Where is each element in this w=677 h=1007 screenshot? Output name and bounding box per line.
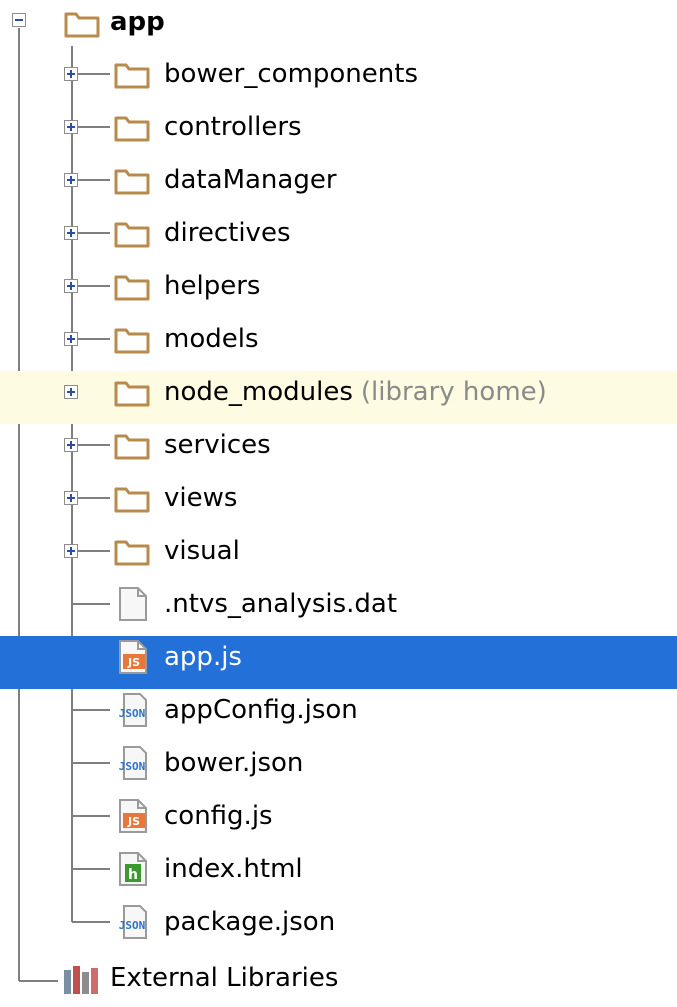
tree-item-label: models — [164, 323, 259, 355]
tree-item-name: models — [164, 324, 259, 354]
project-tree: app bower_components controllers dataManage… — [0, 0, 677, 1003]
external-libraries-label: External Libraries — [110, 963, 339, 993]
tree-item-label: bower.json — [164, 747, 303, 779]
tree-root-label: app — [110, 7, 165, 37]
folder-icon — [64, 8, 100, 42]
expand-folder-toggle[interactable] — [64, 226, 78, 240]
tree-folder-row[interactable]: bower_components — [0, 53, 677, 106]
tree-item-label: views — [164, 482, 237, 514]
tree-file-row[interactable]: JS app.js — [0, 636, 677, 689]
tree-folder-row[interactable]: services — [0, 424, 677, 477]
tree-file-row[interactable]: JSON appConfig.json — [0, 689, 677, 742]
tree-item-name: visual — [164, 536, 240, 566]
json-file-icon: JSON — [114, 693, 150, 731]
folder-icon — [114, 430, 150, 464]
tree-item-label: directives — [164, 217, 290, 249]
folder-icon — [114, 218, 150, 252]
svg-text:JSON: JSON — [119, 707, 146, 720]
expand-folder-toggle[interactable] — [64, 120, 78, 134]
svg-text:JSON: JSON — [119, 919, 146, 932]
library-home-hint: (library home) — [360, 377, 547, 407]
tree-folder-row[interactable]: helpers — [0, 265, 677, 318]
library-icon — [62, 964, 102, 1000]
tree-item-name: node_modules — [164, 377, 353, 407]
tree-item-label: config.js — [164, 800, 273, 832]
tree-item-label: .ntvs_analysis.dat — [164, 588, 397, 620]
file-icon — [114, 587, 150, 625]
tree-file-row[interactable]: JS config.js — [0, 795, 677, 848]
folder-icon — [114, 271, 150, 305]
expand-folder-toggle[interactable] — [64, 385, 78, 399]
svg-text:JS: JS — [127, 815, 140, 828]
tree-item-name: appConfig.json — [164, 695, 358, 725]
tree-item-name: app.js — [164, 642, 242, 672]
expand-folder-toggle[interactable] — [64, 67, 78, 81]
expand-folder-toggle[interactable] — [64, 544, 78, 558]
tree-item-name: package.json — [164, 907, 336, 937]
tree-file-row[interactable]: h index.html — [0, 848, 677, 901]
tree-item-name: config.js — [164, 801, 273, 831]
tree-file-row[interactable]: .ntvs_analysis.dat — [0, 583, 677, 636]
tree-item-name: bower_components — [164, 59, 418, 89]
tree-item-name: services — [164, 430, 271, 460]
tree-file-row[interactable]: JSON bower.json — [0, 742, 677, 795]
tree-item-name: views — [164, 483, 238, 513]
tree-file-row[interactable]: JSON package.json — [0, 901, 677, 954]
tree-item-label: package.json — [164, 906, 335, 938]
tree-item-name: dataManager — [164, 165, 337, 195]
folder-icon — [114, 112, 150, 146]
expand-folder-toggle[interactable] — [64, 279, 78, 293]
tree-item-label: appConfig.json — [164, 694, 358, 726]
expand-folder-toggle[interactable] — [64, 332, 78, 346]
tree-folder-row[interactable]: dataManager — [0, 159, 677, 212]
svg-text:JSON: JSON — [119, 760, 146, 773]
tree-row-app[interactable]: app — [0, 0, 677, 53]
tree-item-label: controllers — [164, 111, 302, 143]
tree-folder-row[interactable]: models — [0, 318, 677, 371]
tree-folder-row[interactable]: views — [0, 477, 677, 530]
folder-icon — [114, 536, 150, 570]
expand-folder-toggle[interactable] — [64, 491, 78, 505]
tree-item-label: node_modules (library home) — [164, 376, 547, 408]
svg-text:h: h — [128, 867, 138, 883]
json-file-icon: JSON — [114, 746, 150, 784]
tree-folder-row[interactable]: visual — [0, 530, 677, 583]
expand-folder-toggle[interactable] — [64, 173, 78, 187]
folder-icon — [114, 377, 150, 411]
folder-icon — [114, 483, 150, 517]
folder-icon — [114, 59, 150, 93]
json-file-icon: JSON — [114, 905, 150, 943]
expand-folder-toggle[interactable] — [64, 438, 78, 452]
tree-item-name: .ntvs_analysis.dat — [164, 589, 398, 619]
tree-item-label: app.js — [164, 641, 242, 673]
folder-icon — [114, 165, 150, 199]
tree-item-name: directives — [164, 218, 291, 248]
tree-item-label: bower_components — [164, 58, 418, 90]
html-file-icon: h — [114, 852, 150, 890]
tree-folder-row[interactable]: directives — [0, 212, 677, 265]
tree-item-label: helpers — [164, 270, 260, 302]
tree-folder-row[interactable]: node_modules (library home) — [0, 371, 677, 424]
tree-item-label: visual — [164, 535, 240, 567]
tree-item-label: services — [164, 429, 271, 461]
tree-folder-row[interactable]: controllers — [0, 106, 677, 159]
svg-text:JS: JS — [127, 656, 140, 669]
tree-item-label: index.html — [164, 853, 303, 885]
tree-item-name: controllers — [164, 112, 302, 142]
tree-item-name: index.html — [164, 854, 303, 884]
tree-item-name: helpers — [164, 271, 261, 301]
collapse-app-toggle[interactable] — [12, 13, 26, 27]
tree-row-external-libraries[interactable]: External Libraries — [0, 954, 677, 1007]
folder-icon — [114, 324, 150, 358]
tree-item-label: dataManager — [164, 164, 337, 196]
js-file-icon: JS — [114, 640, 150, 678]
js-file-icon: JS — [114, 799, 150, 837]
tree-item-name: bower.json — [164, 748, 304, 778]
